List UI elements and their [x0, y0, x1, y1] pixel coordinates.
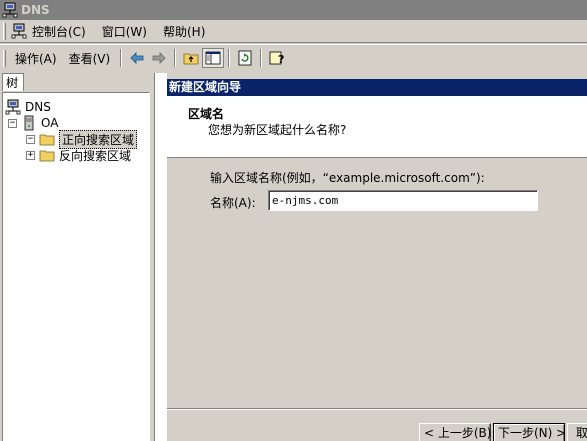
console-icon — [11, 23, 27, 39]
cancel-button[interactable]: 取 — [567, 423, 587, 441]
show-hide-tree-icon — [205, 51, 221, 65]
help-icon: ? — [269, 51, 285, 66]
toolbar-separator — [120, 49, 123, 67]
back-button[interactable] — [126, 48, 148, 68]
next-button[interactable]: 下一步(N) > — [493, 423, 566, 441]
forward-button[interactable] — [148, 48, 170, 68]
menu-bar: 控制台(C) 窗口(W) 帮助(H) — [0, 20, 587, 43]
menu-window[interactable]: 窗口(W) — [94, 21, 155, 42]
folder-icon — [39, 134, 55, 146]
back-arrow-icon — [130, 52, 144, 64]
folder-icon — [39, 150, 55, 162]
svg-text:?: ? — [278, 53, 284, 66]
tree-item-oa[interactable]: − OA — [8, 115, 58, 131]
title-bar: DNS — [0, 0, 587, 20]
server-icon — [24, 115, 34, 131]
tree-pane: DNS − OA − 正向搜索区域 + 反向搜索区域 — [2, 92, 150, 441]
collapse-icon[interactable]: − — [8, 118, 17, 128]
toolbar-separator — [260, 49, 263, 67]
toolbar-grip[interactable] — [3, 49, 6, 67]
refresh-button[interactable] — [234, 48, 256, 68]
wizard-title-bar: 新建区域向导 — [167, 79, 587, 96]
toolbar: 操作(A) 查看(V) ? — [0, 44, 587, 71]
menu-help[interactable]: 帮助(H) — [155, 21, 213, 42]
wizard-footer-divider — [167, 408, 587, 410]
tree-item-reverse-zone[interactable]: + 反向搜索区域 — [26, 147, 131, 163]
zone-name-input[interactable] — [268, 190, 538, 211]
wizard-header-subtitle: 您想为新区域起什么名称? — [208, 123, 347, 137]
up-folder-icon — [183, 53, 199, 65]
show-hide-tree-button[interactable] — [202, 48, 225, 68]
wizard-header: 区域名 您想为新区域起什么名称? — [167, 96, 587, 158]
toolbar-separator — [228, 49, 231, 67]
menubar-grip[interactable] — [3, 22, 6, 40]
wizard-left-border — [155, 73, 167, 441]
refresh-icon — [238, 50, 252, 66]
tree-item-label: DNS — [25, 100, 51, 114]
action-menu-button[interactable]: 操作(A) — [9, 48, 63, 68]
zone-name-prompt: 输入区域名称(例如，“example.microsoft.com”): — [210, 171, 485, 185]
help-button[interactable]: ? — [266, 48, 288, 68]
menu-console[interactable]: 控制台(C) — [9, 21, 94, 42]
collapse-icon[interactable]: − — [26, 134, 35, 144]
new-zone-wizard: 新建区域向导 区域名 您想为新区域起什么名称? 输入区域名称(例如，“examp… — [154, 73, 587, 441]
zone-name-label: 名称(A): — [210, 196, 256, 210]
tree-item-label: OA — [41, 116, 59, 130]
dns-icon — [5, 99, 21, 115]
tree-item-label: 反向搜索区域 — [59, 148, 132, 163]
dns-server-icon — [2, 2, 18, 18]
tree-item-forward-zone[interactable]: − 正向搜索区域 — [26, 129, 138, 149]
expand-icon[interactable]: + — [26, 150, 35, 160]
window-title: DNS — [21, 3, 50, 17]
view-menu-button[interactable]: 查看(V) — [63, 48, 117, 68]
back-button[interactable]: < 上一步(B) — [419, 423, 491, 441]
tree-tab[interactable]: 树 — [2, 73, 24, 91]
toolbar-separator — [174, 49, 177, 67]
tree-item-dns[interactable]: DNS — [5, 99, 51, 115]
forward-arrow-icon — [152, 52, 166, 64]
wizard-header-title: 区域名 — [188, 107, 225, 121]
menu-console-label: 控制台(C) — [32, 24, 86, 39]
up-level-button[interactable] — [180, 48, 202, 68]
